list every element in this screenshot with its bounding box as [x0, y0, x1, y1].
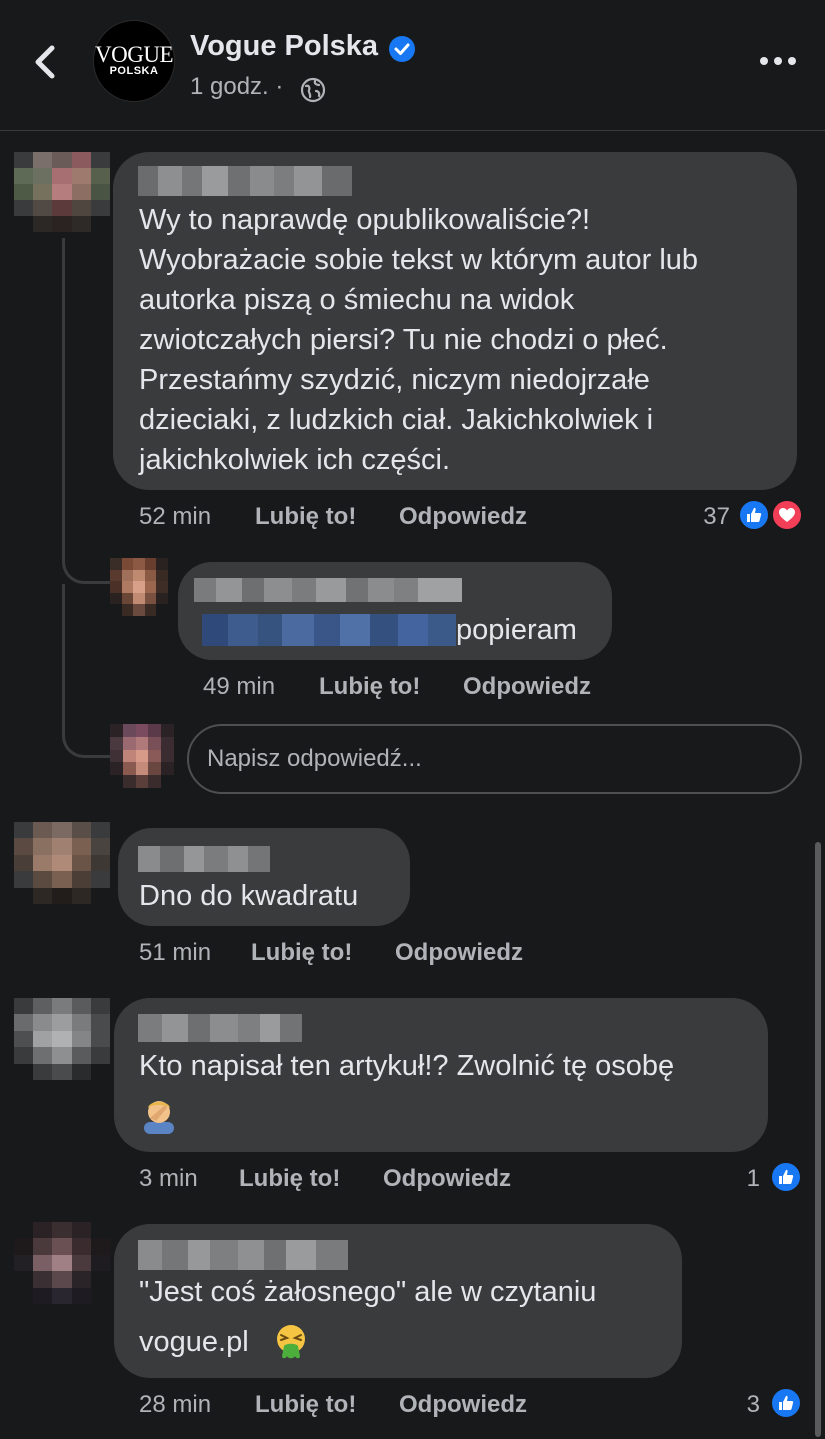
avatar[interactable]: [14, 822, 110, 904]
like-button[interactable]: Lubię to!: [255, 1391, 356, 1419]
commenter-name[interactable]: [138, 166, 352, 196]
reply-input[interactable]: [187, 724, 802, 794]
like-button[interactable]: Lubię to!: [255, 503, 356, 531]
back-icon: [35, 45, 55, 79]
avatar[interactable]: [14, 998, 110, 1080]
vomiting-face-emoji-icon: [277, 1325, 305, 1359]
thread-branch: [62, 550, 110, 584]
post-header: VOGUE POLSKA Vogue Polska 1 godz. ·: [0, 0, 825, 131]
back-button[interactable]: [26, 40, 66, 84]
commenter-name[interactable]: [138, 846, 270, 872]
commenter-name[interactable]: [194, 578, 462, 602]
reply-button[interactable]: Odpowiedz: [399, 503, 527, 531]
thread-line: [62, 584, 65, 734]
verified-badge-icon: [389, 36, 415, 62]
comment-time[interactable]: 51 min: [139, 939, 211, 967]
like-reaction-icon: [770, 1161, 802, 1193]
more-options-button[interactable]: [756, 48, 800, 74]
reply-button[interactable]: Odpowiedz: [383, 1165, 511, 1193]
commenter-name[interactable]: [138, 1240, 348, 1270]
comment-text: Kto napisał ten artykuł!? Zwolnić tę oso…: [139, 1050, 675, 1082]
page-avatar[interactable]: VOGUE POLSKA: [93, 20, 175, 102]
post-time[interactable]: 1 godz. ·: [190, 73, 283, 101]
comment-text-line: zwiotczałych piersi? Tu nie chodzi o płe…: [139, 324, 668, 356]
avatar[interactable]: [110, 558, 168, 616]
comment-time[interactable]: 28 min: [139, 1391, 211, 1419]
logo-main: VOGUE: [95, 42, 174, 67]
comment-text-line: Wyobrażacie sobie tekst w którym autor l…: [139, 244, 699, 276]
comment-text-line: autorka piszą o śmiechu na widok: [139, 284, 575, 316]
comment-text-line: jakichkolwiek ich części.: [139, 444, 451, 476]
tagged-user-link[interactable]: [202, 614, 456, 646]
comment-text-line: dzieciaki, z ludzkich ciał. Jakichkolwie…: [139, 404, 654, 436]
globe-icon: [300, 77, 326, 103]
like-reaction-icon: [738, 499, 770, 531]
comment-text-line: Przestańmy szydzić, niczym niedojrzałe: [139, 364, 650, 396]
reply-button[interactable]: Odpowiedz: [399, 1391, 527, 1419]
reply-button[interactable]: Odpowiedz: [395, 939, 523, 967]
current-user-avatar[interactable]: [110, 724, 174, 788]
like-button[interactable]: Lubię to!: [251, 939, 352, 967]
comment-time[interactable]: 49 min: [203, 673, 275, 701]
love-reaction-icon: [771, 499, 803, 531]
reaction-count[interactable]: 1: [730, 1165, 760, 1193]
reply-text: popieram: [456, 614, 577, 646]
page-name[interactable]: Vogue Polska: [190, 30, 378, 63]
like-button[interactable]: Lubię to!: [319, 673, 420, 701]
scrollbar[interactable]: [815, 842, 821, 1437]
comment-time[interactable]: 3 min: [139, 1165, 198, 1193]
reaction-count[interactable]: 3: [730, 1391, 760, 1419]
avatar[interactable]: [14, 152, 110, 232]
like-button[interactable]: Lubię to!: [239, 1165, 340, 1193]
like-reaction-icon: [770, 1387, 802, 1419]
comment-time[interactable]: 52 min: [139, 503, 211, 531]
comment-text-line: vogue.pl: [139, 1326, 249, 1358]
reaction-count[interactable]: 37: [690, 503, 730, 531]
logo-sub: POLSKA: [109, 65, 159, 77]
more-icon: [760, 57, 796, 65]
comment-text-line: "Jest coś żałosnego" ale w czytaniu: [139, 1276, 597, 1308]
thread-line: [62, 238, 65, 558]
avatar[interactable]: [14, 1222, 110, 1304]
facepalm-emoji-icon: [144, 1101, 174, 1134]
commenter-name[interactable]: [138, 1014, 302, 1042]
comment-text: Dno do kwadratu: [139, 880, 359, 912]
comment-text-line: Wy to naprawdę opublikowaliście?!: [139, 204, 591, 236]
thread-branch: [62, 724, 110, 758]
reply-button[interactable]: Odpowiedz: [463, 673, 591, 701]
